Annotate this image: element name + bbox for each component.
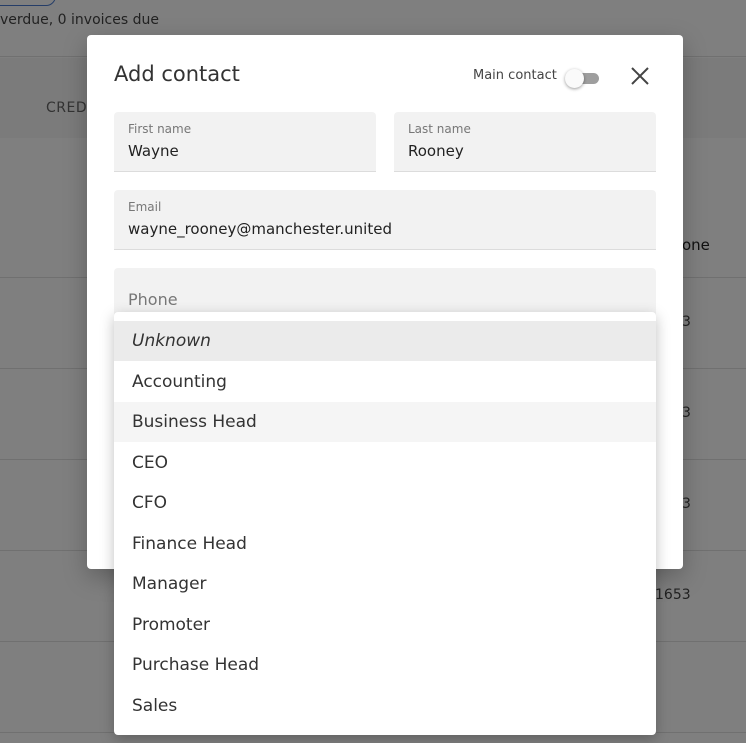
dropdown-option-manager[interactable]: Manager xyxy=(114,564,656,604)
close-button[interactable] xyxy=(627,63,653,89)
dropdown-option-accounting[interactable]: Accounting xyxy=(114,362,656,402)
last-name-field[interactable]: Last name Rooney xyxy=(394,112,656,172)
toggle-knob xyxy=(565,69,584,88)
first-name-label: First name xyxy=(128,122,192,136)
dropdown-option-promoter[interactable]: Promoter xyxy=(114,605,656,645)
dialog-title: Add contact xyxy=(114,62,240,86)
last-name-label: Last name xyxy=(408,122,471,136)
first-name-field[interactable]: First name Wayne xyxy=(114,112,376,172)
close-icon xyxy=(631,67,649,85)
email-value: wayne_rooney@manchester.united xyxy=(128,220,392,238)
designation-dropdown-menu: Unknown Accounting Business Head CEO CFO… xyxy=(114,312,656,735)
dropdown-option-sales[interactable]: Sales xyxy=(114,686,656,726)
email-field[interactable]: Email wayne_rooney@manchester.united xyxy=(114,190,656,250)
dropdown-option-ceo[interactable]: CEO xyxy=(114,443,656,483)
dropdown-option-business-head[interactable]: Business Head xyxy=(114,402,656,442)
email-label: Email xyxy=(128,200,162,214)
main-contact-toggle[interactable] xyxy=(565,68,601,88)
dropdown-option-unknown[interactable]: Unknown xyxy=(114,321,656,361)
dropdown-option-finance-head[interactable]: Finance Head xyxy=(114,524,656,564)
first-name-value: Wayne xyxy=(128,142,179,160)
main-contact-label: Main contact xyxy=(473,68,557,83)
last-name-value: Rooney xyxy=(408,142,464,160)
phone-placeholder: Phone xyxy=(128,290,178,309)
dropdown-option-purchase-head[interactable]: Purchase Head xyxy=(114,645,656,685)
dropdown-option-cfo[interactable]: CFO xyxy=(114,483,656,523)
